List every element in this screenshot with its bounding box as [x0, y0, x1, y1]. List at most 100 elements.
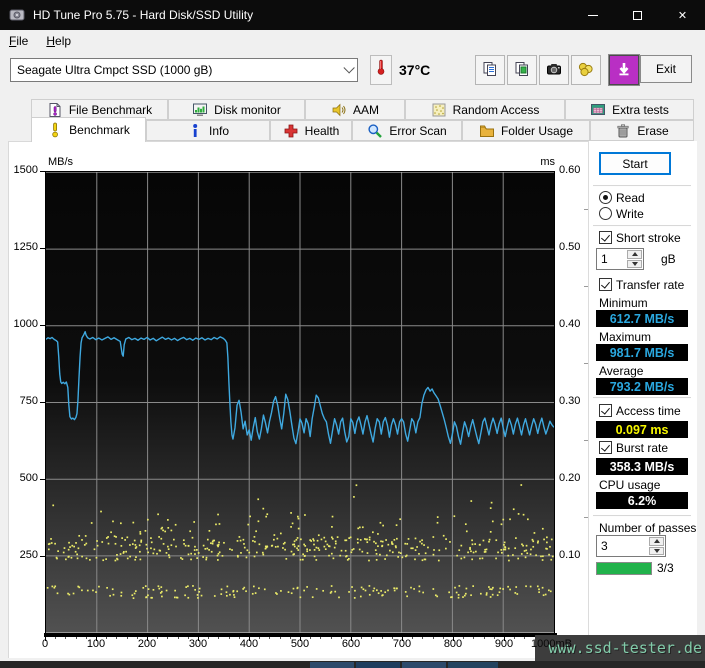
tab-error-scan[interactable]: Error Scan — [352, 120, 462, 141]
tab-disk-monitor[interactable]: Disk monitor — [168, 99, 305, 120]
maximum-label: Maximum — [599, 330, 651, 344]
x-minor-tick — [259, 637, 260, 639]
x-minor-tick — [494, 637, 495, 639]
spin-up-button[interactable] — [649, 537, 664, 546]
short-stroke-checkbox[interactable] — [599, 231, 612, 244]
tab-label: Benchmark — [69, 123, 130, 137]
extra-tests-icon — [590, 102, 606, 118]
tab-label: Extra tests — [612, 103, 669, 117]
y-right-axis-title: ms — [533, 156, 555, 168]
menu-help[interactable]: Help — [37, 31, 80, 51]
x-major-tick — [147, 637, 148, 641]
transfer-rate-checkbox[interactable] — [599, 278, 612, 291]
spin-down-button[interactable] — [649, 547, 664, 556]
tab-extra-tests[interactable]: Extra tests — [565, 99, 694, 120]
copy-image-icon — [514, 61, 530, 80]
x-minor-tick — [382, 637, 383, 639]
x-major-tick — [351, 637, 352, 641]
drive-select[interactable]: Seagate Ultra Cmpct SSD (1000 gB) — [10, 58, 358, 82]
passes-progress-bar — [596, 562, 652, 575]
average-label: Average — [599, 364, 643, 378]
x-minor-tick — [371, 637, 372, 639]
toolbar-buttons — [475, 55, 639, 85]
download-icon — [616, 61, 632, 80]
write-label: Write — [616, 207, 644, 221]
burst-rate-checkbox[interactable] — [599, 441, 612, 454]
exit-button[interactable]: Exit — [640, 55, 692, 83]
y-right-tick-label: 0.40 — [559, 318, 580, 330]
divider — [593, 515, 691, 516]
camera-button[interactable] — [539, 55, 569, 85]
cpu-usage-value: 6.2% — [596, 492, 688, 509]
minimize-button[interactable] — [570, 0, 615, 30]
x-minor-tick — [310, 637, 311, 639]
transfer-rate-label: Transfer rate — [616, 278, 684, 292]
copy-button[interactable] — [475, 55, 505, 85]
short-stroke-size-value: 1 — [601, 252, 608, 266]
error-scan-icon — [367, 123, 383, 139]
tab-aam[interactable]: AAM — [305, 99, 405, 120]
tab-erase[interactable]: Erase — [590, 120, 694, 141]
y-right-tick-label: 0.50 — [559, 241, 580, 253]
tab-health[interactable]: Health — [270, 120, 352, 141]
x-minor-tick — [473, 637, 474, 639]
divider — [593, 397, 691, 398]
start-label: Start — [622, 157, 647, 171]
spin-down-button[interactable] — [627, 260, 642, 269]
x-minor-tick — [188, 637, 189, 639]
spin-up-icon — [654, 539, 660, 543]
access-time-checkbox[interactable] — [599, 404, 612, 417]
tab-info[interactable]: Info — [146, 120, 270, 141]
y-right-tick-label: 0.60 — [559, 164, 580, 176]
coins-icon — [578, 61, 594, 80]
x-minor-tick — [218, 637, 219, 639]
x-major-tick — [402, 637, 403, 641]
passes-label: Number of passes — [599, 521, 696, 535]
y-left-tick-label: 1250 — [10, 241, 38, 253]
tab-label: Health — [305, 124, 340, 138]
passes-spinner[interactable]: 3 — [596, 535, 666, 557]
erase-icon — [615, 123, 631, 139]
x-minor-tick — [320, 637, 321, 639]
menu-file[interactable]: File — [0, 31, 37, 51]
average-value: 793.2 MB/s — [596, 378, 688, 395]
tab-benchmark[interactable]: Benchmark — [31, 117, 146, 142]
control-panel: Start Read Write Short stroke 1 gB Trans… — [588, 141, 697, 658]
x-major-tick — [504, 637, 505, 641]
read-radio[interactable] — [599, 191, 612, 204]
x-minor-tick — [106, 637, 107, 639]
x-minor-tick — [331, 637, 332, 639]
tab-label: Random Access — [453, 103, 540, 117]
tab-label: AAM — [353, 103, 379, 117]
spin-down-icon — [654, 549, 660, 553]
tab-folder-usage[interactable]: Folder Usage — [462, 120, 590, 141]
temperature-value: 37°C — [399, 62, 430, 78]
y-left-tick — [40, 171, 45, 172]
burst-rate-value: 358.3 MB/s — [596, 458, 688, 475]
x-minor-tick — [76, 637, 77, 639]
maximize-button[interactable] — [615, 0, 660, 30]
download-button[interactable] — [609, 55, 639, 85]
minimum-value: 612.7 MB/s — [596, 310, 688, 327]
close-button[interactable]: ✕ — [660, 0, 705, 30]
folder-usage-icon — [479, 123, 495, 139]
y-left-tick-label: 250 — [10, 549, 38, 561]
chevron-down-icon — [343, 62, 354, 73]
copy-image-button[interactable] — [507, 55, 537, 85]
window-controls: ✕ — [570, 0, 705, 30]
temperature-button[interactable] — [370, 55, 392, 85]
info-icon — [187, 123, 203, 139]
toolbar: Seagate Ultra Cmpct SSD (1000 gB) 37°C E… — [0, 52, 705, 99]
coins-button[interactable] — [571, 55, 601, 85]
x-minor-tick — [443, 637, 444, 639]
tab-random-access[interactable]: Random Access — [405, 99, 565, 120]
spin-up-button[interactable] — [627, 250, 642, 259]
start-button[interactable]: Start — [599, 152, 671, 175]
drive-select-value: Seagate Ultra Cmpct SSD (1000 gB) — [17, 63, 343, 77]
x-minor-tick — [178, 637, 179, 639]
health-icon — [283, 123, 299, 139]
short-stroke-size-spinner[interactable]: 1 — [596, 248, 644, 270]
cpu-usage-label: CPU usage — [599, 478, 660, 492]
write-radio[interactable] — [599, 207, 612, 220]
benchmark-chart — [45, 171, 555, 633]
